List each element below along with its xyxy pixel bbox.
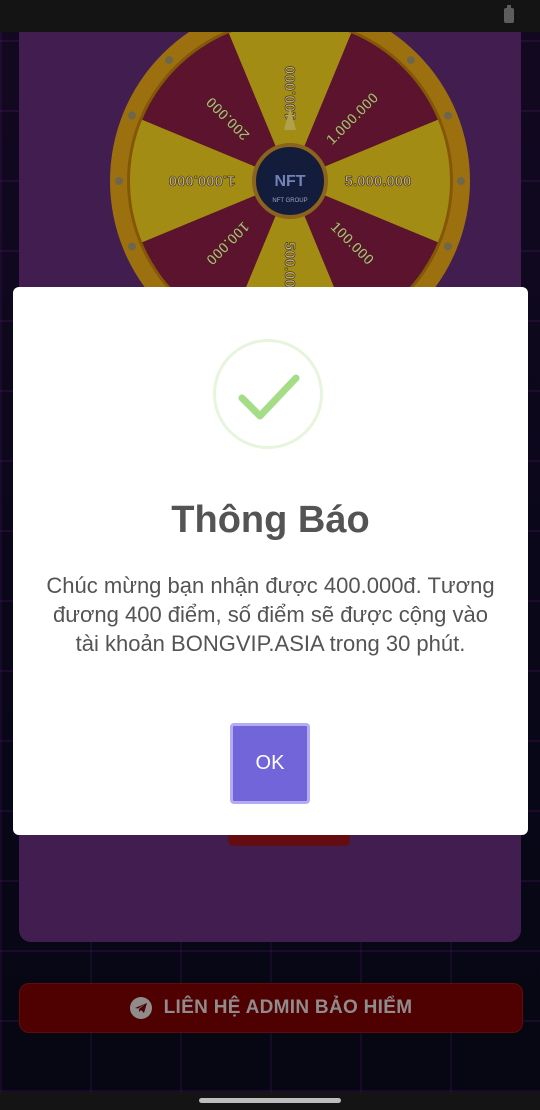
battery-icon: [504, 5, 514, 23]
dialog-title: Thông Báo: [171, 499, 370, 541]
home-gesture-handle[interactable]: [199, 1098, 341, 1103]
status-bar: [0, 0, 540, 32]
notification-dialog: Thông Báo Chúc mừng bạn nhận được 400.00…: [13, 287, 528, 835]
navigation-bar: [0, 1092, 540, 1110]
dialog-message: Chúc mừng bạn nhận được 400.000đ. Tương …: [46, 573, 495, 656]
success-check-icon: [213, 339, 323, 449]
ok-button[interactable]: OK: [230, 723, 310, 804]
